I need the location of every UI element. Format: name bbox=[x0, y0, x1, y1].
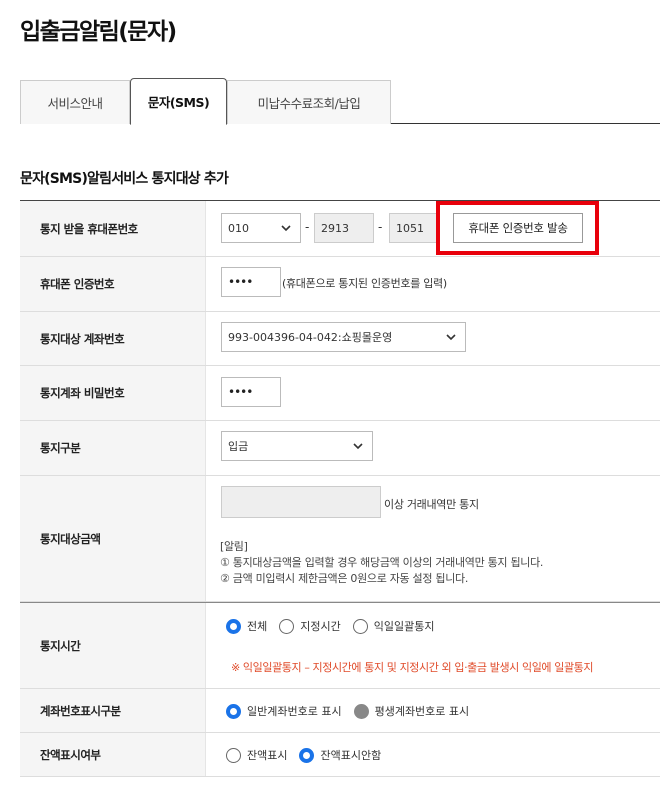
section-title: 문자(SMS)알림서비스 통지대상 추가 bbox=[20, 171, 229, 187]
phone-separator-2: - bbox=[378, 220, 383, 234]
radio-balance-show-label: 잔액표시 bbox=[247, 749, 288, 762]
row-account: 통지대상 계좌번호 993-004396-04-042:쇼핑몰운영 bbox=[20, 312, 660, 366]
display-radio-group: 일반계좌번호로 표시 평생계좌번호로 표시 bbox=[226, 703, 481, 719]
chevron-down-icon bbox=[446, 334, 456, 341]
radio-display-normal[interactable]: 일반계좌번호로 표시 bbox=[226, 703, 342, 719]
page-title: 입출금알림(문자) bbox=[20, 19, 177, 45]
tab-service-info[interactable]: 서비스안내 bbox=[20, 80, 130, 124]
radio-time-nextday-label: 익일일괄통지 bbox=[373, 620, 435, 633]
account-label: 통지대상 계좌번호 bbox=[20, 312, 206, 365]
radio-balance-show[interactable]: 잔액표시 bbox=[226, 747, 287, 763]
radio-time-specified-label: 지정시간 bbox=[300, 620, 341, 633]
radio-icon bbox=[226, 747, 241, 763]
display-label: 계좌번호표시구분 bbox=[20, 689, 206, 732]
row-phone: 통지 받을 휴대폰번호 010 - 2913 - 1051 휴대폰 인증번호 발… bbox=[20, 201, 660, 257]
radio-display-lifetime-label: 평생계좌번호로 표시 bbox=[374, 705, 470, 718]
radio-display-normal-label: 일반계좌번호로 표시 bbox=[247, 705, 342, 718]
row-auth: 휴대폰 인증번호 •••• (휴대폰으로 통지된 인증번호를 입력) bbox=[20, 257, 660, 312]
time-warning: ※ 익일일괄통지 – 지정시간에 통지 및 지정시간 외 입·출금 발생시 익일… bbox=[231, 661, 594, 674]
amount-notice-title: [알림] bbox=[220, 540, 248, 553]
row-balance: 잔액표시여부 잔액표시 잔액표시안함 bbox=[20, 733, 660, 777]
password-label: 통지계좌 비밀번호 bbox=[20, 366, 206, 420]
radio-time-all[interactable]: 전체 bbox=[226, 618, 267, 634]
chevron-down-icon bbox=[353, 443, 363, 450]
radio-icon bbox=[299, 747, 315, 763]
account-password-field[interactable]: •••• bbox=[221, 377, 281, 407]
time-radio-group: 전체 지정시간 익일일괄통지 bbox=[226, 618, 446, 634]
amount-label: 통지대상금액 bbox=[20, 476, 206, 601]
row-display: 계좌번호표시구분 일반계좌번호로 표시 평생계좌번호로 표시 bbox=[20, 689, 660, 733]
account-select-value: 993-004396-04-042:쇼핑몰운영 bbox=[228, 331, 393, 344]
phone-label: 통지 받을 휴대폰번호 bbox=[20, 201, 206, 256]
radio-time-nextday[interactable]: 익일일괄통지 bbox=[352, 618, 435, 634]
balance-radio-group: 잔액표시 잔액표시안함 bbox=[226, 747, 393, 763]
radio-icon bbox=[226, 618, 241, 634]
highlight-box bbox=[436, 201, 599, 255]
phone-last-field[interactable]: 1051 bbox=[389, 213, 439, 243]
auth-code-field[interactable]: •••• bbox=[221, 267, 281, 297]
notify-type-select[interactable]: 입금 bbox=[221, 431, 373, 461]
chevron-down-icon bbox=[281, 225, 291, 232]
radio-balance-hide-label: 잔액표시안함 bbox=[320, 749, 382, 762]
amount-suffix: 이상 거래내역만 통지 bbox=[384, 498, 479, 511]
account-select[interactable]: 993-004396-04-042:쇼핑몰운영 bbox=[221, 322, 466, 352]
sms-form-table: 통지 받을 휴대폰번호 010 - 2913 - 1051 휴대폰 인증번호 발… bbox=[20, 200, 660, 777]
radio-icon bbox=[226, 703, 241, 719]
radio-time-all-label: 전체 bbox=[247, 620, 268, 633]
type-label: 통지구분 bbox=[20, 421, 206, 475]
notify-type-value: 입금 bbox=[228, 440, 249, 453]
radio-icon bbox=[352, 618, 368, 634]
radio-icon bbox=[353, 703, 369, 719]
amount-notice-2: ② 금액 미입력시 제한금액은 0원으로 자동 설정 됩니다. bbox=[220, 572, 469, 585]
balance-label: 잔액표시여부 bbox=[20, 733, 206, 776]
row-type: 통지구분 입금 bbox=[20, 421, 660, 476]
radio-balance-hide[interactable]: 잔액표시안함 bbox=[299, 747, 381, 763]
phone-separator-1: - bbox=[305, 220, 310, 234]
radio-icon bbox=[279, 618, 295, 634]
radio-time-specified[interactable]: 지정시간 bbox=[279, 618, 341, 634]
tab-bar: 서비스안내 문자(SMS) 미납수수료조회/납입 bbox=[20, 78, 660, 125]
amount-notice-1: ① 통지대상금액을 입력할 경우 해당금액 이상의 거래내역만 통지 됩니다. bbox=[220, 556, 544, 569]
row-time: 통지시간 전체 지정시간 익일일괄통지 ※ 익일일괄통지 – 지정시간에 통지 … bbox=[20, 602, 660, 689]
tab-sms[interactable]: 문자(SMS) bbox=[130, 78, 227, 125]
time-label: 통지시간 bbox=[20, 603, 206, 688]
row-password: 통지계좌 비밀번호 •••• bbox=[20, 366, 660, 421]
auth-label: 휴대폰 인증번호 bbox=[20, 257, 206, 311]
phone-prefix-value: 010 bbox=[228, 221, 249, 235]
phone-prefix-select[interactable]: 010 bbox=[221, 213, 301, 243]
radio-display-lifetime[interactable]: 평생계좌번호로 표시 bbox=[353, 703, 470, 719]
phone-middle-field[interactable]: 2913 bbox=[314, 213, 374, 243]
amount-field[interactable] bbox=[221, 486, 381, 518]
row-amount: 통지대상금액 이상 거래내역만 통지 [알림] ① 통지대상금액을 입력할 경우… bbox=[20, 476, 660, 602]
auth-hint: (휴대폰으로 통지된 인증번호를 입력) bbox=[282, 277, 447, 290]
tab-unpaid-fees[interactable]: 미납수수료조회/납입 bbox=[227, 80, 391, 124]
